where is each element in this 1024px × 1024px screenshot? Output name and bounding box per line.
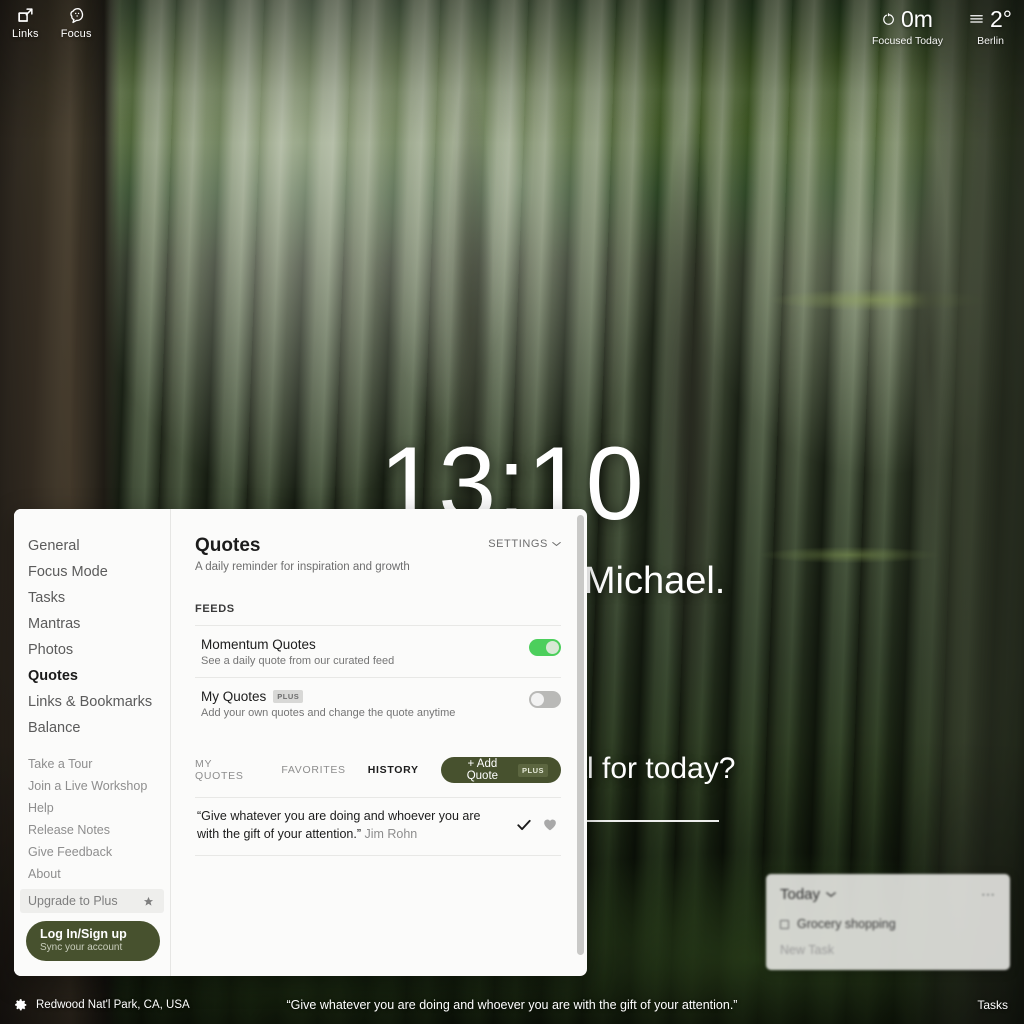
- sidebar-item-take-a-tour[interactable]: Take a Tour: [14, 753, 170, 775]
- sidebar-item-give-feedback[interactable]: Give Feedback: [14, 841, 170, 863]
- links-button[interactable]: Links: [12, 6, 39, 40]
- fog-lines-icon: [969, 13, 984, 26]
- settings-nav: General Focus Mode Tasks Mantras Photos …: [14, 509, 171, 976]
- quote-actions: [517, 808, 557, 831]
- new-task-input[interactable]: New Task: [780, 943, 996, 957]
- feed-row-my-quotes: My Quotes PLUS Add your own quotes and c…: [195, 677, 561, 729]
- login-subtitle: Sync your account: [40, 942, 123, 953]
- chevron-down-icon: [552, 541, 561, 547]
- focus-label: Focus: [60, 28, 92, 40]
- tasks-widget-title: Today: [780, 886, 821, 903]
- upgrade-to-plus-button[interactable]: Upgrade to Plus: [20, 889, 164, 913]
- toggle-knob: [546, 641, 559, 654]
- add-quote-button[interactable]: + Add Quote PLUS: [440, 757, 561, 783]
- ellipsis-icon[interactable]: ⋯: [981, 886, 996, 903]
- sidebar-item-focus-mode[interactable]: Focus Mode: [14, 559, 170, 585]
- panel-scrollbar-track[interactable]: [577, 515, 584, 970]
- sidebar-item-general[interactable]: General: [14, 533, 170, 559]
- panel-scrollbar-thumb[interactable]: [577, 515, 584, 955]
- sidebar-item-links-bookmarks[interactable]: Links & Bookmarks: [14, 689, 170, 715]
- sidebar-item-photos[interactable]: Photos: [14, 637, 170, 663]
- top-left-group: Links Focus: [12, 6, 92, 40]
- feed-name: Momentum Quotes: [201, 637, 394, 652]
- feed-title: My Quotes: [201, 689, 267, 704]
- bottom-quote: “Give whatever you are doing and whoever…: [286, 998, 738, 1012]
- feed-title: Momentum Quotes: [201, 637, 316, 652]
- quote-text-wrap: “Give whatever you are doing and whoever…: [197, 808, 497, 844]
- nav-divider-space: [14, 741, 170, 753]
- check-icon[interactable]: [517, 819, 531, 831]
- tasks-widget[interactable]: Today ⋯ Grocery shopping New Task: [766, 874, 1010, 970]
- feed-row-momentum-quotes: Momentum Quotes See a daily quote from o…: [195, 625, 561, 677]
- feeds-section-label: FEEDS: [195, 603, 235, 615]
- settings-panel: General Focus Mode Tasks Mantras Photos …: [14, 509, 587, 976]
- weather-stat-value: 2°: [990, 6, 1012, 32]
- login-title: Log In/Sign up: [40, 927, 127, 941]
- toggle-knob: [531, 693, 544, 706]
- plus-badge: PLUS: [517, 763, 548, 777]
- feed-description: See a daily quote from our curated feed: [201, 655, 395, 667]
- heart-icon[interactable]: [543, 818, 557, 831]
- focus-stat[interactable]: 0m Focused Today: [871, 6, 943, 48]
- bottom-bar: Redwood Nat'l Park, CA, USA “Give whatev…: [0, 986, 1024, 1024]
- sidebar-item-about[interactable]: About: [14, 863, 170, 885]
- focus-button[interactable]: Focus: [61, 6, 92, 40]
- focus-stat-value: 0m: [901, 6, 933, 32]
- weather-stat-caption: Berlin: [977, 35, 1004, 47]
- sidebar-item-balance[interactable]: Balance: [14, 715, 170, 741]
- feed-toggle-my-quotes[interactable]: [529, 691, 561, 708]
- settings-main: Quotes A daily reminder for inspiration …: [171, 509, 587, 976]
- sidebar-item-join-live-workshop[interactable]: Join a Live Workshop: [14, 775, 170, 797]
- settings-dropdown-label: SETTINGS: [488, 538, 548, 550]
- focus-stat-caption: Focused Today: [871, 35, 943, 47]
- task-item[interactable]: Grocery shopping: [780, 917, 996, 931]
- feed-name: My Quotes PLUS: [201, 689, 455, 704]
- page-title: Quotes: [195, 535, 261, 556]
- plus-badge: PLUS: [273, 690, 304, 703]
- quote-tabs: MY QUOTES FAVORITES HISTORY + Add Quote …: [195, 757, 561, 783]
- page-subtitle: A daily reminder for inspiration and gro…: [195, 561, 410, 573]
- top-bar: Links Focus 0m Focused Today 2° Berlin: [0, 0, 1024, 56]
- add-quote-label: + Add Quote: [466, 758, 499, 782]
- quote-list-item[interactable]: “Give whatever you are doing and whoever…: [195, 797, 561, 856]
- links-label: Links: [12, 28, 39, 40]
- timer-ring-icon: [882, 13, 895, 26]
- sidebar-item-release-notes[interactable]: Release Notes: [14, 819, 170, 841]
- sidebar-item-mantras[interactable]: Mantras: [14, 611, 170, 637]
- external-link-icon: [16, 6, 35, 25]
- feed-description: Add your own quotes and change the quote…: [201, 707, 456, 719]
- weather-stat[interactable]: 2° Berlin: [969, 8, 1012, 47]
- login-signup-button[interactable]: Log In/Sign up Sync your account: [26, 921, 160, 961]
- quote-author: Jim Rohn: [364, 826, 418, 841]
- tasks-widget-header: Today ⋯: [780, 886, 996, 903]
- quote-text: “Give whatever you are doing and whoever…: [197, 809, 481, 841]
- tab-my-quotes[interactable]: MY QUOTES: [195, 758, 259, 782]
- settings-dropdown[interactable]: SETTINGS: [488, 535, 561, 550]
- settings-main-header: Quotes A daily reminder for inspiration …: [195, 535, 561, 573]
- tab-favorites[interactable]: FAVORITES: [281, 764, 345, 776]
- sidebar-item-tasks[interactable]: Tasks: [14, 585, 170, 611]
- sidebar-item-quotes[interactable]: Quotes: [14, 663, 170, 689]
- focus-brain-icon: [67, 6, 86, 25]
- chevron-down-icon[interactable]: [826, 891, 836, 898]
- top-right-group: 0m Focused Today 2° Berlin: [871, 6, 1012, 48]
- feed-toggle-momentum-quotes[interactable]: [529, 639, 561, 656]
- sidebar-item-help[interactable]: Help: [14, 797, 170, 819]
- task-label: Grocery shopping: [797, 917, 896, 931]
- upgrade-label: Upgrade to Plus: [28, 894, 118, 908]
- star-icon: [143, 896, 154, 907]
- tab-history[interactable]: HISTORY: [368, 764, 419, 776]
- task-checkbox[interactable]: [780, 919, 789, 929]
